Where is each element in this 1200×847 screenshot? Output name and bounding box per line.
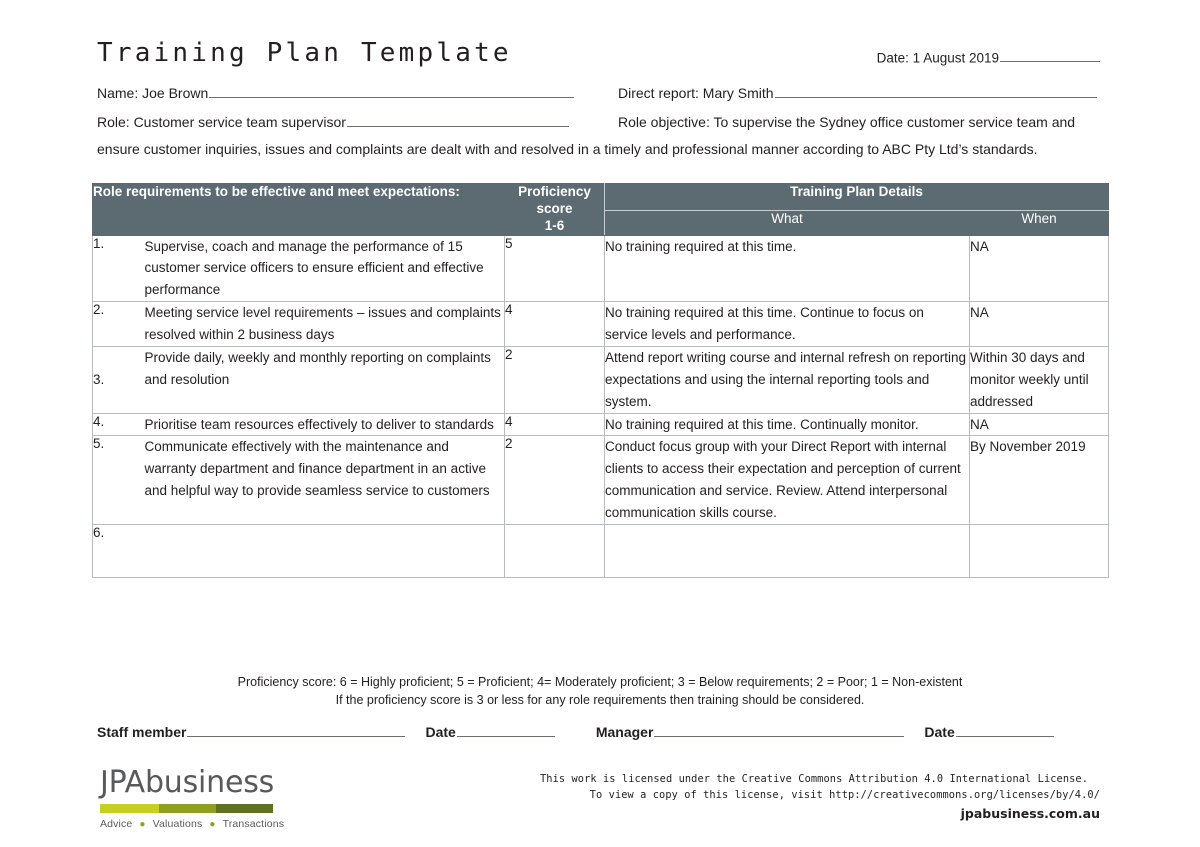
row-number: 4. bbox=[92, 412, 145, 437]
role-underline bbox=[346, 114, 569, 127]
row-score bbox=[504, 523, 606, 578]
direct-report-underline bbox=[774, 85, 1097, 98]
name-underline bbox=[209, 85, 575, 98]
row-when: NA bbox=[969, 301, 1110, 347]
row-number: 6. bbox=[92, 523, 145, 578]
date-1-label: Date bbox=[425, 724, 456, 740]
header-training-plan-details: Training Plan Details bbox=[604, 182, 1110, 212]
header-proficiency-line1: Proficiency bbox=[518, 184, 591, 199]
role-objective-label: Role objective: To supervise the Sydney … bbox=[618, 114, 1076, 130]
name-label: Name: Joe Brown bbox=[97, 85, 209, 101]
row-what: Attend report writing course and interna… bbox=[604, 345, 971, 414]
proficiency-notes: Proficiency score: 6 = Highly proficient… bbox=[0, 673, 1200, 709]
training-plan-table: Role requirements to be effective and me… bbox=[91, 182, 1110, 578]
table-row: 6. bbox=[92, 523, 1110, 578]
row-number: 5. bbox=[92, 435, 145, 525]
tagline-separator-icon: ● bbox=[139, 818, 146, 830]
row-what: No training required at this time. bbox=[604, 234, 971, 303]
logo-wordmark: JPAbusiness bbox=[100, 765, 275, 800]
row-what: No training required at this time. Conti… bbox=[604, 301, 971, 347]
logo-bar-segment-2 bbox=[158, 804, 216, 813]
license-text: This work is licensed under the Creative… bbox=[540, 772, 1100, 804]
header-proficiency-line2: score bbox=[536, 200, 573, 216]
staff-member-label: Staff member bbox=[97, 724, 187, 740]
row-requirement: Supervise, coach and manage the performa… bbox=[144, 234, 506, 303]
date-field: Date: 1 August 2019 bbox=[877, 50, 1100, 65]
header-what: What bbox=[604, 210, 971, 236]
header-proficiency: Proficiency score 1-6 bbox=[504, 183, 606, 236]
training-plan-table-wrap: Role requirements to be effective and me… bbox=[91, 182, 1110, 578]
row-score: 5 bbox=[504, 234, 606, 303]
tagline-valuations: Valuations bbox=[152, 818, 203, 830]
date-2-label: Date bbox=[924, 724, 955, 740]
row-what: No training required at this time. Conti… bbox=[604, 412, 971, 437]
row-number: 1. bbox=[92, 234, 145, 303]
row-number: 3. bbox=[92, 345, 145, 414]
logo-color-bar bbox=[100, 804, 273, 813]
header-when: When bbox=[969, 210, 1110, 236]
row-requirement: Meeting service level requirements – iss… bbox=[144, 301, 506, 347]
logo-tagline: Advice ● Valuations ● Transactions bbox=[100, 818, 284, 830]
table-row: 1. Supervise, coach and manage the perfo… bbox=[92, 234, 1110, 303]
row-when: NA bbox=[969, 412, 1110, 437]
row-requirement bbox=[144, 523, 506, 578]
row-what: Conduct focus group with your Direct Rep… bbox=[604, 435, 971, 525]
name-field: Name: Joe Brown bbox=[97, 85, 575, 101]
date-underline bbox=[1000, 50, 1100, 63]
date-label: Date: 1 August 2019 bbox=[876, 50, 999, 66]
row-requirement: Provide daily, weekly and monthly report… bbox=[144, 345, 506, 414]
role-objective-continued: ensure customer inquiries, issues and co… bbox=[97, 141, 1038, 157]
logo-bar-segment-3 bbox=[215, 804, 273, 813]
tagline-advice: Advice bbox=[100, 818, 133, 830]
license-line-2: To view a copy of this license, visit ht… bbox=[589, 788, 1100, 801]
row-when bbox=[969, 523, 1110, 578]
date-2-signature: Date bbox=[924, 724, 1054, 740]
notes-line-1: Proficiency score: 6 = Highly proficient… bbox=[237, 675, 963, 689]
table-row: 3. Provide daily, weekly and monthly rep… bbox=[92, 345, 1110, 414]
staff-member-signature: Staff member bbox=[97, 724, 406, 740]
row-score: 4 bbox=[504, 412, 606, 437]
header-proficiency-line3: 1-6 bbox=[544, 217, 565, 233]
table-row: 5. Communicate effectively with the main… bbox=[92, 435, 1110, 525]
row-when: Within 30 days and monitor weekly until … bbox=[969, 345, 1110, 414]
license-line-1: This work is licensed under the Creative… bbox=[540, 773, 1089, 785]
direct-report-label: Direct report: Mary Smith bbox=[618, 85, 774, 101]
row-requirement: Prioritise team resources effectively to… bbox=[144, 412, 506, 437]
signature-row: Staff member Date Manager Date bbox=[97, 724, 1107, 740]
header-requirements: Role requirements to be effective and me… bbox=[91, 183, 506, 236]
website-url: jpabusiness.com.au bbox=[960, 806, 1100, 821]
tagline-separator-icon: ● bbox=[209, 818, 216, 830]
row-requirement: Communicate effectively with the mainten… bbox=[144, 435, 506, 525]
date-1-signature: Date bbox=[425, 724, 555, 740]
role-field: Role: Customer service team supervisor bbox=[97, 114, 569, 130]
document-page: Training Plan Template Date: 1 August 20… bbox=[0, 0, 1200, 847]
row-when: By November 2019 bbox=[969, 435, 1110, 525]
role-objective-field: Role objective: To supervise the Sydney … bbox=[618, 114, 1075, 130]
table-row: 2. Meeting service level requirements – … bbox=[92, 301, 1110, 347]
manager-label: Manager bbox=[595, 724, 654, 740]
row-score: 4 bbox=[504, 301, 606, 347]
role-label: Role: Customer service team supervisor bbox=[97, 114, 346, 130]
row-score: 2 bbox=[504, 435, 606, 525]
date-1-underline bbox=[456, 724, 555, 737]
manager-signature: Manager bbox=[596, 724, 905, 740]
row-number: 2. bbox=[92, 301, 145, 347]
jpabusiness-logo: JPAbusiness Advice ● Valuations ● Transactio… bbox=[100, 765, 284, 830]
row-score: 2 bbox=[504, 345, 606, 414]
row-when: NA bbox=[969, 234, 1110, 303]
row-what bbox=[604, 523, 971, 578]
notes-line-2: If the proficiency score is 3 or less fo… bbox=[335, 693, 865, 708]
table-header-row-1: Role requirements to be effective and me… bbox=[91, 182, 1110, 236]
table-row: 4. Prioritise team resources effectively… bbox=[92, 412, 1110, 437]
manager-underline bbox=[654, 724, 905, 737]
tagline-transactions: Transactions bbox=[222, 818, 285, 830]
date-2-underline bbox=[955, 724, 1054, 737]
page-title: Training Plan Template bbox=[97, 38, 512, 68]
staff-member-underline bbox=[187, 724, 406, 737]
direct-report-field: Direct report: Mary Smith bbox=[618, 85, 1097, 101]
logo-bar-segment-1 bbox=[100, 804, 159, 813]
